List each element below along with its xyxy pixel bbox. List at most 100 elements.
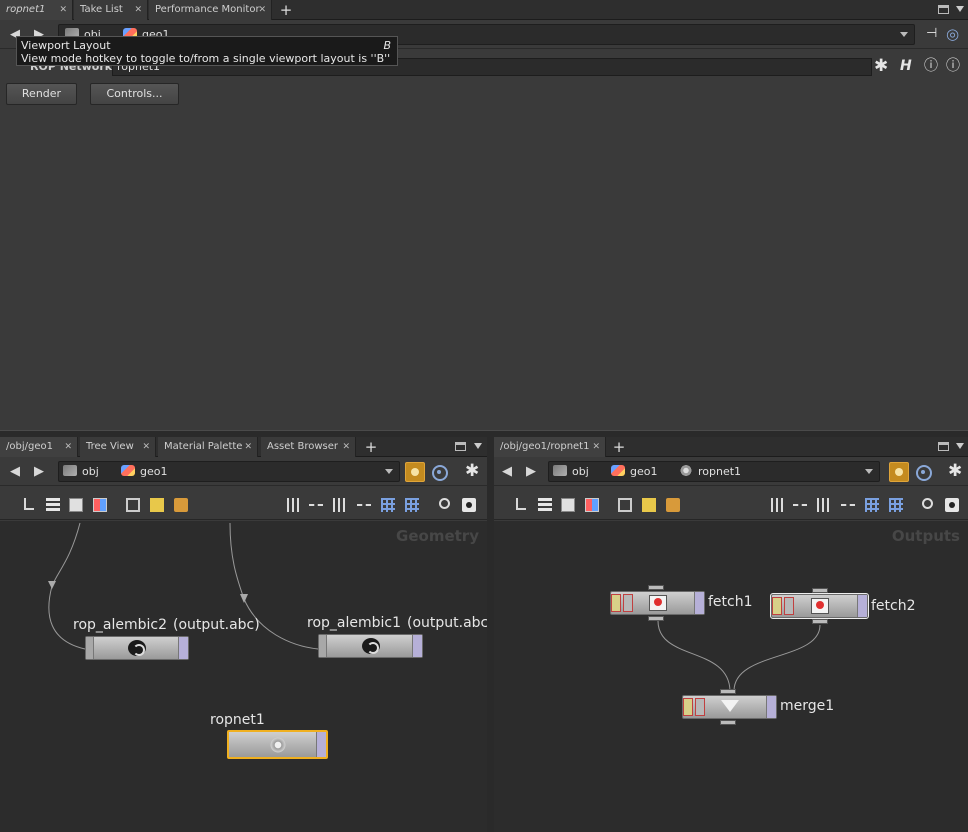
add-tab-icon[interactable]: + — [361, 437, 381, 457]
forward-arrow-icon[interactable]: ▶ — [526, 464, 536, 479]
grid-icon[interactable] — [381, 498, 395, 512]
search-icon[interactable] — [922, 498, 933, 509]
sticky-note-icon[interactable] — [150, 498, 164, 512]
render-button[interactable]: Render — [6, 83, 77, 105]
node-flag[interactable] — [695, 698, 705, 716]
pane-menu-icon[interactable] — [474, 443, 482, 449]
wire-style-icon[interactable] — [309, 504, 323, 506]
help-h-icon[interactable]: H — [900, 56, 912, 76]
pane-menu-icon[interactable] — [956, 6, 964, 12]
network-box-icon[interactable] — [174, 498, 188, 512]
sheet-icon[interactable] — [561, 498, 575, 512]
path-field[interactable]: obj geo1 ropnet1 — [548, 461, 880, 482]
palette-icon[interactable] — [93, 498, 107, 512]
display-flag[interactable] — [857, 595, 867, 617]
link-icon[interactable] — [429, 462, 449, 482]
close-icon[interactable]: ✕ — [59, 0, 67, 20]
tab-asset-browser[interactable]: Asset Browser ✕ — [261, 437, 356, 457]
tab-obj-geo1[interactable]: /obj/geo1 ✕ — [0, 437, 78, 457]
align-icon[interactable] — [771, 498, 783, 512]
crumb-obj[interactable]: obj — [553, 462, 589, 481]
node-output-port[interactable] — [720, 720, 736, 725]
tab-take-list[interactable]: Take List ✕ — [74, 0, 148, 20]
gear-icon[interactable]: ✱ — [948, 461, 962, 481]
left-network-canvas[interactable]: Geometry rop_alembic2 (output.abc) rop_a… — [0, 521, 487, 832]
grid-snap-icon[interactable] — [889, 498, 903, 512]
tree-icon[interactable] — [24, 498, 34, 510]
close-icon[interactable]: ✕ — [142, 437, 150, 457]
node-flag[interactable] — [611, 594, 621, 612]
network-icon[interactable] — [618, 498, 632, 512]
list-view-icon[interactable] — [46, 498, 60, 512]
node-input-port[interactable] — [720, 689, 736, 694]
grid-snap-icon[interactable] — [405, 498, 419, 512]
align-icon[interactable] — [287, 498, 299, 512]
network-icon[interactable] — [126, 498, 140, 512]
sticky-note-icon[interactable] — [642, 498, 656, 512]
link-icon[interactable] — [913, 462, 933, 482]
layout-icon[interactable] — [841, 504, 855, 506]
close-icon[interactable]: ✕ — [64, 437, 72, 457]
tab-ropnet1[interactable]: ropnet1 ✕ — [0, 0, 73, 20]
node-flag[interactable] — [683, 698, 693, 716]
ropnet1-node[interactable] — [227, 730, 328, 759]
node-input-port[interactable] — [648, 585, 664, 590]
palette-icon[interactable] — [585, 498, 599, 512]
rop-alembic1-node[interactable] — [318, 634, 423, 658]
node-output-port[interactable] — [648, 616, 664, 621]
display-flag[interactable] — [178, 637, 188, 659]
tree-icon[interactable] — [516, 498, 526, 510]
add-tab-icon[interactable]: + — [609, 437, 629, 457]
search-icon[interactable] — [439, 498, 450, 509]
back-arrow-icon[interactable]: ◀ — [502, 464, 512, 479]
list-view-icon[interactable] — [538, 498, 552, 512]
close-icon[interactable]: ✕ — [258, 0, 266, 20]
close-icon[interactable]: ✕ — [592, 437, 600, 457]
display-flag[interactable] — [766, 696, 776, 718]
crumb-geo1[interactable]: geo1 — [121, 462, 167, 481]
grid-icon[interactable] — [865, 498, 879, 512]
tab-tree-view[interactable]: Tree View ✕ — [80, 437, 156, 457]
bypass-flag[interactable] — [319, 635, 327, 657]
link-icon[interactable]: ◎ — [946, 24, 959, 44]
node-output-port[interactable] — [812, 619, 828, 624]
crumb-ropnet1[interactable]: ropnet1 — [679, 462, 741, 481]
add-tab-icon[interactable]: + — [276, 0, 296, 20]
info-icon[interactable]: ⓘ — [924, 56, 938, 76]
wire-style-icon[interactable] — [793, 504, 807, 506]
controls-button[interactable]: Controls... — [90, 83, 179, 105]
display-flag[interactable] — [316, 732, 326, 757]
layout-icon[interactable] — [357, 504, 371, 506]
path-dropdown-icon[interactable] — [900, 32, 908, 37]
help-icon[interactable]: ⓘ — [946, 56, 960, 76]
node-flag[interactable] — [784, 597, 794, 615]
snap-icon[interactable] — [817, 498, 829, 512]
fetch2-node[interactable] — [770, 593, 869, 619]
path-dropdown-icon[interactable] — [865, 469, 873, 474]
pin-icon[interactable] — [889, 462, 909, 482]
horizontal-splitter[interactable] — [0, 430, 968, 437]
bypass-flag[interactable] — [86, 637, 94, 659]
pane-menu-icon[interactable] — [956, 443, 964, 449]
right-network-canvas[interactable]: Outputs fetch1 fetch2 merge1 — [494, 521, 968, 832]
tab-obj-geo1-ropnet1[interactable]: /obj/geo1/ropnet1 ✕ — [494, 437, 606, 457]
path-dropdown-icon[interactable] — [385, 469, 393, 474]
crumb-obj[interactable]: obj — [63, 462, 99, 481]
tab-performance-monitor[interactable]: Performance Monitor ✕ — [149, 0, 272, 20]
sheet-icon[interactable] — [69, 498, 83, 512]
display-flag[interactable] — [412, 635, 422, 657]
close-icon[interactable]: ✕ — [244, 437, 252, 457]
forward-arrow-icon[interactable]: ▶ — [34, 464, 44, 479]
network-box-icon[interactable] — [666, 498, 680, 512]
node-flag[interactable] — [623, 594, 633, 612]
fetch1-node[interactable] — [610, 591, 705, 615]
close-icon[interactable]: ✕ — [342, 437, 350, 457]
display-flag[interactable] — [694, 592, 704, 614]
pin-icon[interactable]: ⊣ — [926, 24, 937, 44]
rop-alembic2-node[interactable] — [85, 636, 189, 660]
pane-maximize-icon[interactable] — [455, 442, 466, 451]
tab-material-palette[interactable]: Material Palette ✕ — [158, 437, 258, 457]
pin-icon[interactable] — [405, 462, 425, 482]
close-icon[interactable]: ✕ — [134, 0, 142, 20]
path-field[interactable]: obj geo1 — [58, 461, 400, 482]
